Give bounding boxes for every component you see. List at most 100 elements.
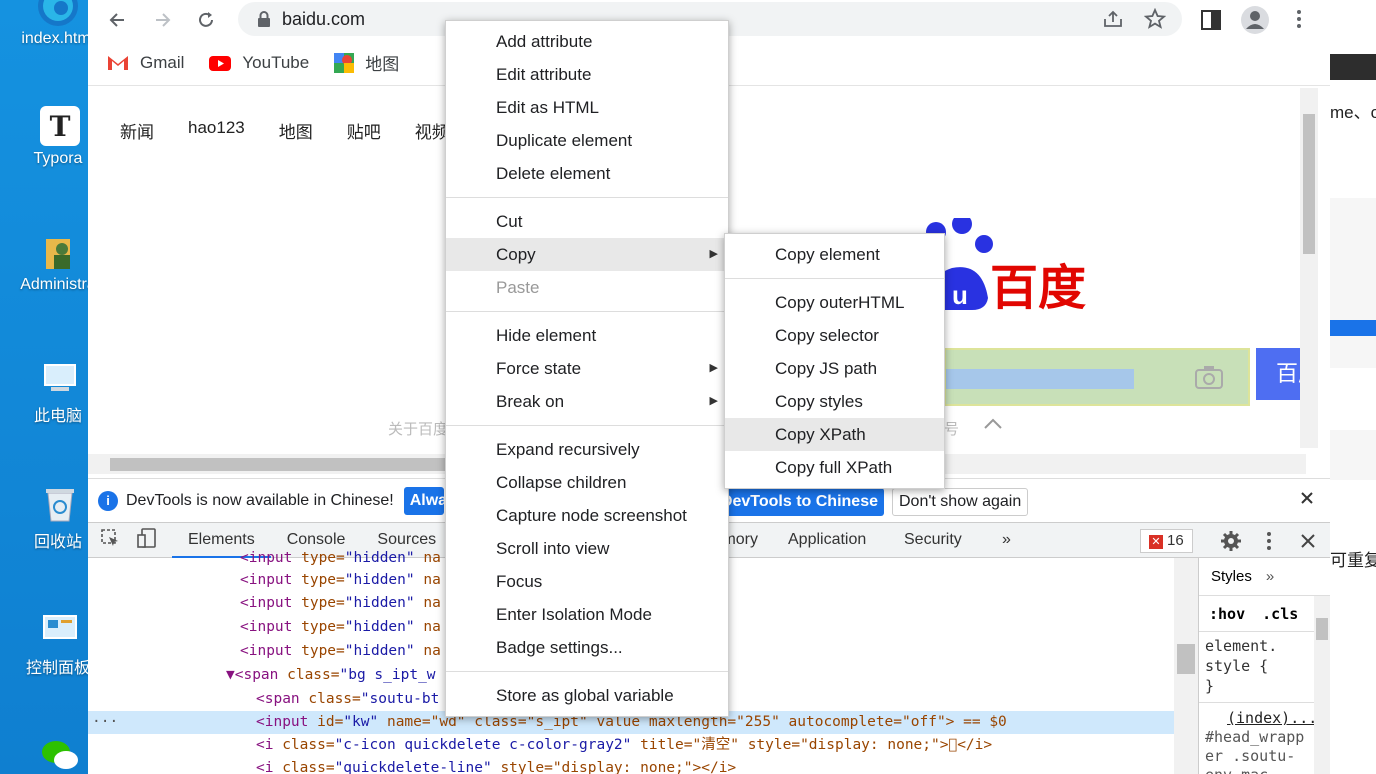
rule-text: element. bbox=[1205, 637, 1278, 655]
footer-link[interactable]: 关于百度 bbox=[388, 418, 448, 439]
youtube-icon bbox=[209, 55, 232, 71]
menu-item-copy-js-path[interactable]: Copy JS path bbox=[725, 352, 944, 385]
bookmark-label: YouTube bbox=[242, 52, 310, 72]
cls-toggle[interactable]: .cls bbox=[1262, 605, 1298, 623]
bg-text: 可重复 bbox=[1330, 551, 1376, 570]
arrow-right-icon bbox=[156, 13, 171, 27]
close-icon[interactable] bbox=[1300, 491, 1314, 510]
menu-item-label: Force state bbox=[496, 359, 582, 378]
svg-text:u: u bbox=[952, 280, 968, 310]
infobar-message: DevTools is now available in Chinese! bbox=[126, 491, 394, 509]
menu-item-edit-as-html[interactable]: Edit as HTML bbox=[446, 91, 728, 124]
nav-link[interactable]: hao123 bbox=[188, 118, 245, 143]
menu-item-add-attribute[interactable]: Add attribute bbox=[446, 25, 728, 58]
elements-scrollbar[interactable] bbox=[1174, 558, 1198, 774]
nav-link[interactable]: 贴吧 bbox=[347, 118, 381, 143]
control-panel-icon bbox=[40, 610, 80, 650]
edge-icon bbox=[38, 0, 78, 26]
back-button[interactable] bbox=[102, 4, 134, 36]
menu-item-store-global-variable[interactable]: Store as global variable bbox=[446, 679, 728, 712]
dont-show-again-button[interactable]: Don't show again bbox=[892, 488, 1029, 516]
submenu-arrow-icon: ▶ bbox=[709, 362, 718, 374]
menu-item-delete-element[interactable]: Delete element bbox=[446, 157, 728, 190]
menu-item-copy[interactable]: Copy ▶ bbox=[446, 238, 728, 271]
background-window: me、c 可重复 bbox=[1330, 0, 1376, 774]
arrow-left-icon bbox=[109, 13, 124, 27]
more-vert-icon[interactable] bbox=[1292, 8, 1306, 35]
menu-item-hide-element[interactable]: Hide element bbox=[446, 319, 728, 352]
menu-separator bbox=[446, 425, 728, 426]
menu-item-label: Copy bbox=[496, 245, 536, 264]
gmail-icon bbox=[108, 55, 128, 70]
menu-item-break-on[interactable]: Break on ▶ bbox=[446, 385, 728, 418]
menu-item-copy-xpath[interactable]: Copy XPath bbox=[725, 418, 944, 451]
reload-button[interactable] bbox=[190, 4, 222, 36]
menu-item-collapse-children[interactable]: Collapse children bbox=[446, 466, 728, 499]
menu-item-edit-attribute[interactable]: Edit attribute bbox=[446, 58, 728, 91]
rule-text: style { bbox=[1205, 657, 1269, 675]
rule-source-link[interactable]: (index)... bbox=[1205, 709, 1330, 728]
nav-link[interactable]: 视频 bbox=[415, 118, 449, 143]
url-text: baidu.com bbox=[282, 8, 366, 29]
recycle-bin-icon bbox=[40, 484, 80, 524]
bookmark-maps[interactable]: 地图 bbox=[333, 50, 399, 75]
typora-icon: T bbox=[40, 106, 80, 146]
menu-item-copy-full-xpath[interactable]: Copy full XPath bbox=[725, 451, 944, 484]
nav-link[interactable]: 地图 bbox=[279, 118, 313, 143]
menu-item-copy-outerhtml[interactable]: Copy outerHTML bbox=[725, 286, 944, 319]
close-devtools-icon[interactable] bbox=[1300, 533, 1316, 554]
menu-item-cut[interactable]: Cut bbox=[446, 205, 728, 238]
wechat-icon bbox=[40, 736, 80, 774]
menu-item-capture-node-screenshot[interactable]: Capture node screenshot bbox=[446, 499, 728, 532]
element-style-rule[interactable]: element. style { } bbox=[1199, 632, 1330, 696]
bookmark-youtube[interactable]: YouTube bbox=[208, 53, 309, 73]
computer-icon bbox=[40, 358, 80, 398]
switch-devtools-chinese-button[interactable]: Switch DevTools to Chinese bbox=[724, 488, 884, 516]
maps-icon bbox=[334, 52, 355, 73]
star-icon[interactable] bbox=[1143, 7, 1167, 35]
menu-item-enter-isolation-mode[interactable]: Enter Isolation Mode bbox=[446, 598, 728, 631]
styles-tab[interactable]: Styles» bbox=[1199, 558, 1330, 596]
share-icon[interactable] bbox=[1102, 9, 1124, 34]
css-rule[interactable]: (index)... #head_wrapp er .soutu- env-ma… bbox=[1199, 702, 1330, 774]
styles-scrollbar[interactable] bbox=[1314, 596, 1330, 774]
menu-item-force-state[interactable]: Force state ▶ bbox=[446, 352, 728, 385]
submenu-arrow-icon: ▶ bbox=[709, 395, 718, 407]
context-menu: Add attribute Edit attribute Edit as HTM… bbox=[445, 20, 729, 717]
side-panel-icon[interactable] bbox=[1200, 9, 1222, 36]
menu-separator bbox=[446, 197, 728, 198]
devtools-menu-icon[interactable] bbox=[1264, 530, 1274, 557]
camera-icon[interactable] bbox=[1194, 364, 1224, 395]
menu-item-copy-element[interactable]: Copy element bbox=[725, 238, 944, 271]
desktop: index.htm T Typora Administra 此电脑 回收站 控制… bbox=[0, 0, 96, 774]
menu-item-copy-styles[interactable]: Copy styles bbox=[725, 385, 944, 418]
hov-toggle[interactable]: :hov bbox=[1209, 605, 1245, 623]
menu-item-expand-recursively[interactable]: Expand recursively bbox=[446, 433, 728, 466]
user-folder-icon bbox=[40, 232, 80, 272]
menu-item-scroll-into-view[interactable]: Scroll into view bbox=[446, 532, 728, 565]
menu-separator bbox=[446, 671, 728, 672]
styles-pane: Styles» :hov .cls element. style { } (in… bbox=[1198, 558, 1330, 774]
page-vertical-scrollbar[interactable] bbox=[1300, 88, 1318, 448]
settings-gear-icon[interactable] bbox=[1220, 530, 1242, 557]
menu-item-copy-selector[interactable]: Copy selector bbox=[725, 319, 944, 352]
baidu-logo-text: 百度 bbox=[990, 262, 1087, 315]
nav-link[interactable]: 新闻 bbox=[120, 118, 154, 143]
code-line[interactable]: <i class="c-icon quickdelete c-color-gra… bbox=[88, 734, 1174, 757]
code-line[interactable]: <i class="quickdelete-line" style="displ… bbox=[88, 757, 1174, 774]
menu-item-duplicate-element[interactable]: Duplicate element bbox=[446, 124, 728, 157]
always-match-language-button[interactable]: Always match Chrome's language bbox=[403, 486, 444, 515]
search-input[interactable] bbox=[944, 348, 1250, 406]
menu-item-focus[interactable]: Focus bbox=[446, 565, 728, 598]
chevron-up-icon[interactable] bbox=[982, 416, 1004, 437]
bookmark-label: Gmail bbox=[140, 52, 185, 72]
bookmark-gmail[interactable]: Gmail bbox=[106, 53, 184, 73]
more-horiz-icon: ··· bbox=[92, 714, 119, 730]
rule-selector: #head_wrapp bbox=[1205, 728, 1305, 746]
info-icon: i bbox=[98, 490, 118, 511]
menu-separator bbox=[446, 311, 728, 312]
forward-button[interactable] bbox=[146, 4, 178, 36]
profile-avatar[interactable] bbox=[1240, 5, 1270, 40]
baidu-top-nav: 新闻 hao123 地图 贴吧 视频 bbox=[120, 118, 483, 143]
menu-item-badge-settings[interactable]: Badge settings... bbox=[446, 631, 728, 664]
